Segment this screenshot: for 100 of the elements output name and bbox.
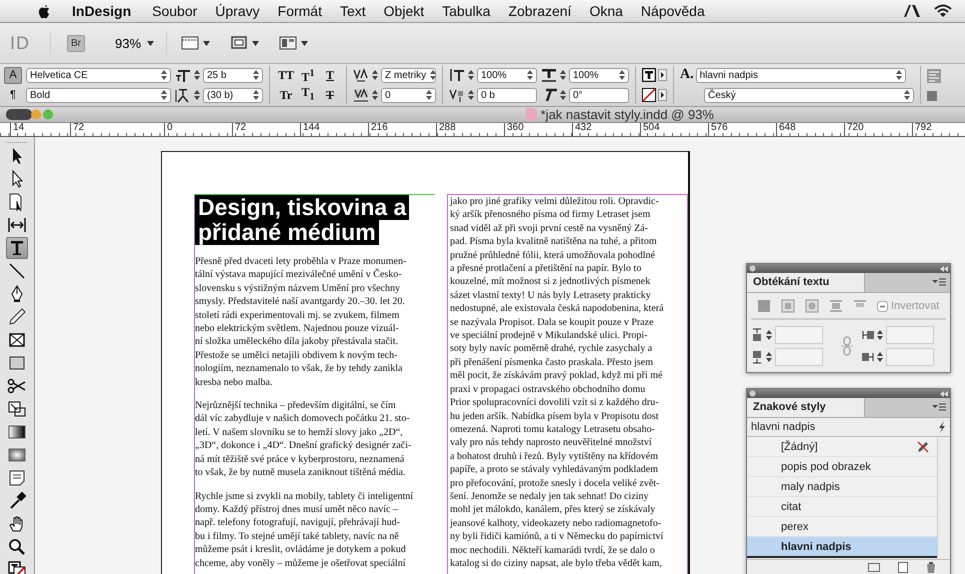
apple-logo-icon[interactable] bbox=[36, 2, 52, 20]
flyout-arrow-icon[interactable] bbox=[658, 69, 667, 81]
stepper-icon[interactable] bbox=[193, 68, 201, 82]
language-dropdown[interactable]: Český bbox=[704, 88, 914, 102]
stepper-icon[interactable] bbox=[467, 68, 475, 82]
app-menu[interactable]: InDesign bbox=[52, 3, 144, 19]
type-style-button[interactable]: T bbox=[320, 67, 340, 83]
dropdown-arrows-icon[interactable] bbox=[896, 70, 902, 80]
menu-item[interactable]: Objekt bbox=[374, 3, 434, 19]
horizontal-scale-field[interactable]: 100% bbox=[569, 68, 629, 82]
body-paragraph: Nejrůznější technika – především digitální, se čím dál víc zabydluje v našich domovech počátku 21. sto- letí. V našem slovníku se to hemží slovy jako „2D“, „3D“, dokonce i „4D“. Dnešní grafický designér zači- ná mít těžiště své práce v kyberprostoru, neznamená to však, že by nutně musela zaniknout tištěná média. bbox=[195, 399, 412, 480]
stepper-icon[interactable] bbox=[559, 88, 567, 102]
ruler-label: 720 bbox=[844, 123, 912, 136]
caret-icon[interactable] bbox=[252, 40, 260, 46]
panel-menu-icon[interactable] bbox=[932, 403, 946, 412]
font-style-field[interactable]: Bold bbox=[26, 88, 171, 102]
menu-item[interactable]: Okna bbox=[580, 3, 632, 19]
style-list-item[interactable]: hlavni nadpis bbox=[747, 537, 937, 558]
menu-item[interactable]: Zobrazení bbox=[499, 3, 580, 19]
offset-field[interactable] bbox=[775, 348, 823, 366]
ruler-label: 216 bbox=[368, 123, 436, 136]
stepper-icon[interactable] bbox=[371, 88, 379, 102]
type-style-button[interactable]: T$^{1}$ bbox=[298, 66, 318, 84]
new-style-icon[interactable] bbox=[898, 562, 908, 573]
flyout-arrow-icon[interactable] bbox=[658, 89, 667, 101]
stepper-icon[interactable] bbox=[559, 68, 567, 82]
dropdown-arrows-icon[interactable] bbox=[619, 70, 625, 80]
dropdown-arrows-icon[interactable] bbox=[426, 90, 432, 100]
dropdown-arrows-icon[interactable] bbox=[161, 70, 167, 80]
grip-icon[interactable] bbox=[6, 141, 28, 144]
stepper-icon[interactable] bbox=[876, 328, 884, 342]
stepper-icon[interactable] bbox=[876, 350, 884, 364]
font-family-field[interactable]: Helvetica CE bbox=[26, 68, 171, 82]
menu-item[interactable]: Úpravy bbox=[206, 3, 269, 19]
type-style-button[interactable]: TT bbox=[276, 67, 296, 83]
offset-field[interactable] bbox=[886, 348, 934, 366]
stepper-icon[interactable] bbox=[765, 350, 773, 364]
top-offset-icon bbox=[751, 328, 763, 342]
type-tool-icon[interactable] bbox=[6, 237, 28, 259]
dropdown-arrows-icon[interactable] bbox=[904, 90, 910, 100]
panel-close-icon[interactable] bbox=[749, 265, 756, 272]
type-style-button[interactable]: T bbox=[320, 87, 340, 103]
menu-item[interactable]: Tabulka bbox=[433, 3, 500, 19]
dropdown-arrows-icon[interactable] bbox=[430, 70, 436, 80]
ruler-label: 72 bbox=[70, 123, 164, 136]
caret-icon[interactable] bbox=[301, 40, 308, 46]
menu-item[interactable]: Soubor bbox=[143, 3, 206, 19]
dropdown-arrows-icon[interactable] bbox=[161, 90, 167, 100]
stepper-icon[interactable] bbox=[765, 328, 773, 342]
trash-icon[interactable] bbox=[926, 562, 936, 573]
ruler-label: 648 bbox=[776, 123, 844, 136]
stepper-icon[interactable] bbox=[193, 88, 201, 102]
type-style-button[interactable]: T$_{1}$ bbox=[298, 84, 318, 106]
font-size-field[interactable]: 25 b bbox=[203, 68, 263, 82]
dropdown-arrows-icon[interactable] bbox=[527, 70, 533, 80]
screen-mode-icon[interactable] bbox=[230, 35, 248, 51]
style-list-item[interactable]: popis pod obrazek bbox=[747, 457, 937, 477]
caret-icon[interactable] bbox=[203, 40, 210, 46]
mode-button[interactable]: A bbox=[4, 66, 22, 84]
menu-item[interactable]: Nápověda bbox=[632, 3, 714, 19]
menu-item[interactable]: Formát bbox=[268, 3, 331, 19]
stepper-icon[interactable] bbox=[467, 88, 475, 102]
skew-field[interactable]: 0° bbox=[569, 88, 629, 102]
dropdown-arrows-icon[interactable] bbox=[253, 70, 259, 80]
kerning-field[interactable]: Z metriky bbox=[381, 68, 436, 82]
bridge-button[interactable]: Br bbox=[67, 34, 85, 52]
text-fill-icon[interactable] bbox=[642, 68, 656, 82]
menu-item[interactable]: Text bbox=[330, 3, 375, 19]
ruler-label: 14 bbox=[10, 123, 70, 136]
window-controls-icon[interactable] bbox=[6, 108, 54, 121]
mode-button[interactable]: ¶ bbox=[4, 86, 22, 104]
vertical-scale-field[interactable]: 100% bbox=[477, 68, 537, 82]
style-list-item[interactable]: maly nadpis bbox=[747, 477, 937, 497]
character-style-dropdown[interactable]: hlavni nadpis bbox=[696, 68, 906, 82]
arrange-layout-icon[interactable] bbox=[279, 35, 298, 51]
panel-menu-icon[interactable] bbox=[932, 278, 946, 287]
no-stroke-icon[interactable] bbox=[642, 88, 656, 102]
quick-apply-icon[interactable] bbox=[938, 421, 946, 433]
dropdown-arrows-icon[interactable] bbox=[253, 90, 259, 100]
wifi-icon[interactable] bbox=[933, 4, 953, 18]
tracking-icon bbox=[353, 87, 369, 103]
stepper-icon[interactable] bbox=[371, 68, 379, 82]
frame-view-icon[interactable] bbox=[181, 35, 200, 51]
caret-icon[interactable] bbox=[147, 40, 154, 46]
offset-field[interactable] bbox=[886, 326, 934, 344]
body-paragraph: jako pro jiné grafiky velmi důležitou roli. Opravdic- ký aršík přenosného písma od firmy Letraset jsem snad viděl až při svoji první cestě na vysněný Zá- pad. Písma byla kvalitně natištěna na tuhé, a přitom pružné průhledné fólii, která umožňovala pohodlné a přesné protlačení a přetištění na papír. Bylo to kouzelné, mít možnost si z jednotlivých písmenek sázet vlastní texty! U nás byly Letrasety prakticky nedostupné, ale existovala česká napodobenina, která se nazývala Propisot. Dala se koupit pouze v Praze ve speciální prodejně v Mikulandské ulici. Propi- soty byly navíc poměrně drahé, rychle zasychaly a při přenášení písmenka často praskala. Přesto jsem měl pocit, že získávám pravý poklad, když mi při mé praxi v propagaci ostravského obchodního domu Prior spolupracovníci dovolili vzít si z každého dru- hu jeden aršík. Nabídka písem byla v Propisotu dost omezená. Naproti tomu katalogy Letrasetu obsaho- valy pro nás tehdy naprosto neuvěřitelné množství a bohatost druhů i řezů. Byly vytištěny na křídovém papíře, a proto se stávaly vyhledávaným podkladem pro přefocování, protože snesly i docela veliké zvět- šení. Jenomže se nedaly jen tak sehnat! Do ciziny mohl jet málokdo, kanálem, přes který se získávaly jeansové kalhoty, videokazety nebo radiomagnetofo- ny byli řidiči kamiónů, a ti v Německu do papírnictví moc nechodili. Někteří kamarádi tvrdí, že se dalo o katalog si do ciziny napsat, ale bylo třeba vědět kam, bbox=[450, 195, 665, 570]
vertical-scale-icon bbox=[449, 67, 465, 83]
leading-field[interactable]: (30 b) bbox=[203, 88, 263, 102]
folder-icon[interactable] bbox=[868, 562, 880, 572]
offset-field[interactable] bbox=[775, 326, 823, 344]
panel-tab[interactable]: Obtékání textu bbox=[747, 273, 865, 292]
tracking-field[interactable]: 0 bbox=[381, 88, 436, 102]
type-style-button[interactable]: Tr bbox=[276, 87, 296, 103]
zoom-dropdown[interactable]: 93% bbox=[115, 31, 168, 55]
panel-close-icon[interactable] bbox=[749, 390, 756, 397]
align-left-icon[interactable] bbox=[927, 69, 941, 83]
style-list-item[interactable]: [Žádný] bbox=[747, 437, 937, 457]
style-list-item[interactable]: citat bbox=[747, 497, 937, 517]
baseline-shift-field[interactable]: 0 b bbox=[477, 88, 537, 102]
panel-tab[interactable]: Znakové styly bbox=[747, 398, 865, 417]
